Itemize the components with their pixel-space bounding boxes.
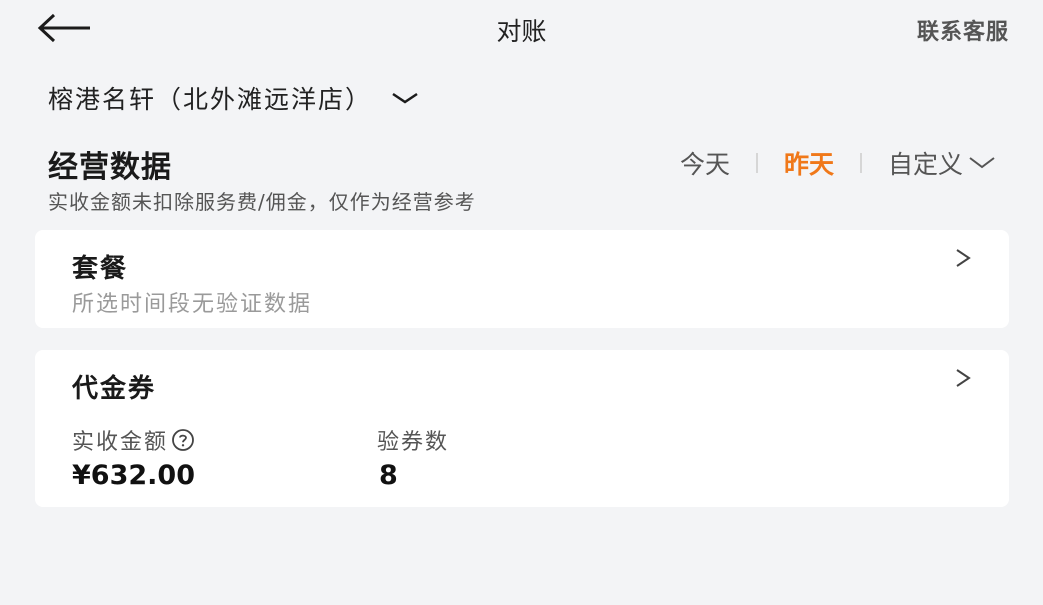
header: 对账 联系客服 bbox=[0, 0, 1043, 58]
package-card[interactable]: 套餐 所选时间段无验证数据 bbox=[35, 230, 1009, 328]
tab-custom[interactable]: 自定义 bbox=[888, 145, 997, 181]
metric-value-revenue: ¥632.00 bbox=[72, 460, 195, 491]
metric-label-count: 验券数 bbox=[377, 430, 450, 455]
info-hint: 实收金额未扣除服务费/佣金，仅作为经营参考 bbox=[48, 190, 476, 214]
chevron-right-icon bbox=[956, 249, 971, 267]
question-circle-icon[interactable] bbox=[171, 428, 195, 452]
metric-label-text: 实收金额 bbox=[72, 430, 169, 455]
chevron-right-icon bbox=[956, 369, 971, 387]
date-tabs: 今天 昨天 自定义 bbox=[680, 145, 997, 181]
tab-divider bbox=[859, 153, 862, 173]
chevron-down-icon bbox=[392, 92, 418, 104]
tab-yesterday[interactable]: 昨天 bbox=[784, 145, 834, 181]
card-title: 套餐 bbox=[72, 254, 129, 284]
contact-service-link[interactable]: 联系客服 bbox=[917, 14, 1009, 46]
card-title: 代金券 bbox=[72, 374, 157, 404]
page-title: 对账 bbox=[496, 17, 547, 46]
tab-today[interactable]: 今天 bbox=[680, 145, 730, 181]
chevron-down-icon bbox=[969, 157, 995, 169]
empty-state-text: 所选时间段无验证数据 bbox=[72, 292, 313, 317]
metric-value-count: 8 bbox=[379, 460, 398, 491]
metric-label-revenue: 实收金额 bbox=[72, 424, 195, 456]
store-selector[interactable]: 榕港名轩（北外滩远洋店） bbox=[48, 80, 420, 116]
section-title: 经营数据 bbox=[48, 150, 172, 185]
voucher-card[interactable]: 代金券 实收金额 验券数 ¥632.00 8 bbox=[35, 350, 1009, 507]
store-name: 榕港名轩（北外滩远洋店） bbox=[48, 85, 373, 114]
tab-divider bbox=[755, 153, 758, 173]
tab-custom-label: 自定义 bbox=[887, 150, 963, 179]
